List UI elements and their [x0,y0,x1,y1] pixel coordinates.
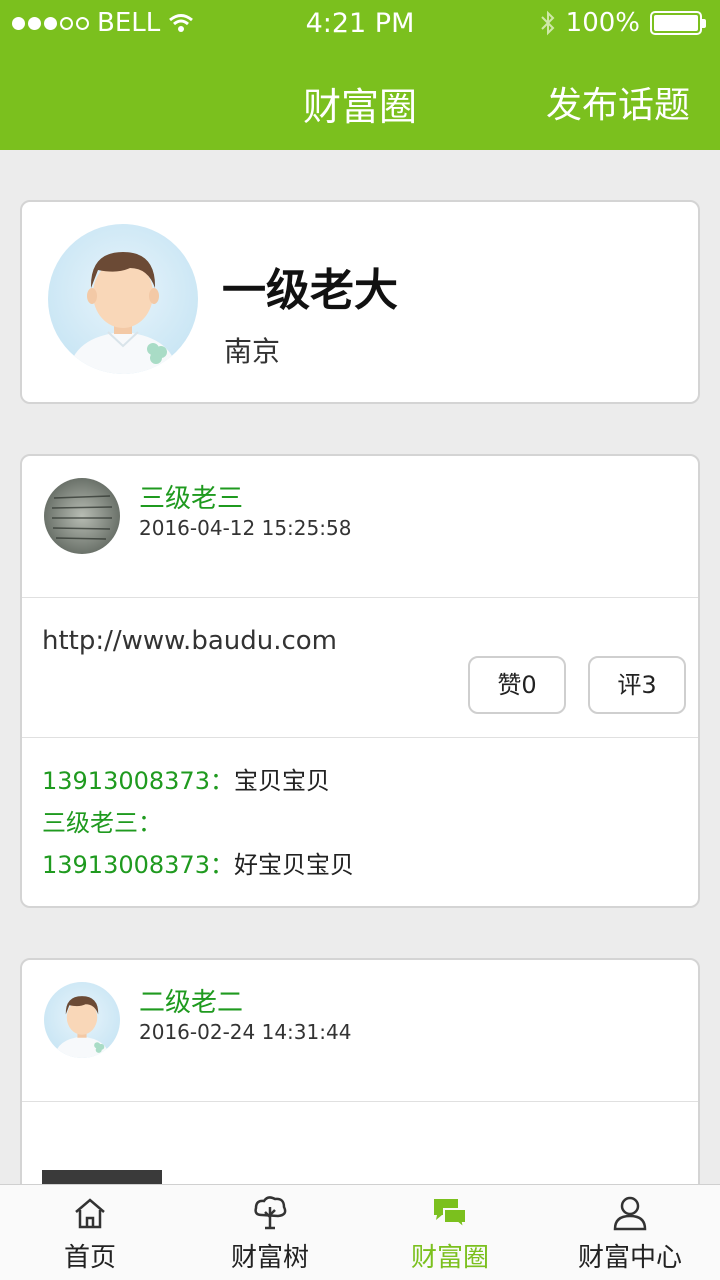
avatar-photo-icon [51,495,113,540]
avatar-person-icon [54,996,110,1058]
profile-name: 一级老大 [222,265,398,316]
status-right: 100% [540,8,706,38]
post-text[interactable]: http://www.baudu.com [42,626,337,656]
bluetooth-icon [540,10,555,36]
comment-text: 宝贝宝贝 [233,767,330,795]
comment-user[interactable]: 三级老三： [42,809,162,837]
comment-button[interactable]: 评3 [588,656,686,714]
profile-city: 南京 [224,335,281,368]
nav-item-wealth-center[interactable]: 财富中心 [540,1185,720,1280]
comment-item: 三级老三： [42,802,678,844]
post-author[interactable]: 三级老三 [139,478,243,515]
post-card: 三级老三 2016-04-12 15:25:58 http://www.baud… [20,454,700,908]
app-header: BELL 4:21 PM 100% 财富圈 发布话题 [0,0,720,150]
post-header: 三级老三 2016-04-12 15:25:58 [22,456,698,598]
comment-item: 13913008373：好宝贝宝贝 [42,844,678,886]
publish-topic-button[interactable]: 发布话题 [546,76,690,128]
comment-list: 13913008373：宝贝宝贝 三级老三： 13913008373：好宝贝宝贝 [22,738,698,886]
chat-bubbles-icon [434,1199,467,1231]
battery-icon [650,11,706,35]
user-icon [613,1196,647,1231]
avatar[interactable] [44,982,120,1058]
status-bar: BELL 4:21 PM 100% [0,0,720,48]
nav-item-wealth-circle[interactable]: 财富圈 [360,1185,540,1280]
profile-card: 一级老大 南京 [20,200,700,404]
battery-label: 100% [565,8,640,38]
comment-user[interactable]: 13913008373： [42,767,234,795]
post-header: 二级老二 2016-02-24 14:31:44 [22,960,698,1102]
nav-label-wealth-tree: 财富树 [230,1243,309,1273]
post-author[interactable]: 二级老二 [139,982,243,1019]
comment-item: 13913008373：宝贝宝贝 [42,760,678,802]
post-time: 2016-04-12 15:25:58 [139,516,352,540]
post-time: 2016-02-24 14:31:44 [139,1020,352,1044]
avatar[interactable] [44,478,120,554]
nav-item-wealth-tree[interactable]: 财富树 [180,1185,360,1280]
like-button[interactable]: 赞0 [468,656,566,714]
home-icon [75,1198,105,1229]
bottom-nav: 首页 财富树 财富圈 财富中心 [0,1184,720,1280]
tree-icon [254,1196,287,1230]
avatar-person-icon [68,252,178,374]
nav-label-wealth-center: 财富中心 [577,1243,682,1273]
nav-item-home[interactable]: 首页 [0,1185,180,1280]
comment-user[interactable]: 13913008373： [42,851,234,879]
nav-label-wealth-circle: 财富圈 [410,1243,489,1273]
avatar[interactable] [48,224,198,374]
title-row: 财富圈 发布话题 [0,76,720,132]
nav-label-home: 首页 [63,1243,116,1273]
comment-text: 好宝贝宝贝 [233,851,354,879]
